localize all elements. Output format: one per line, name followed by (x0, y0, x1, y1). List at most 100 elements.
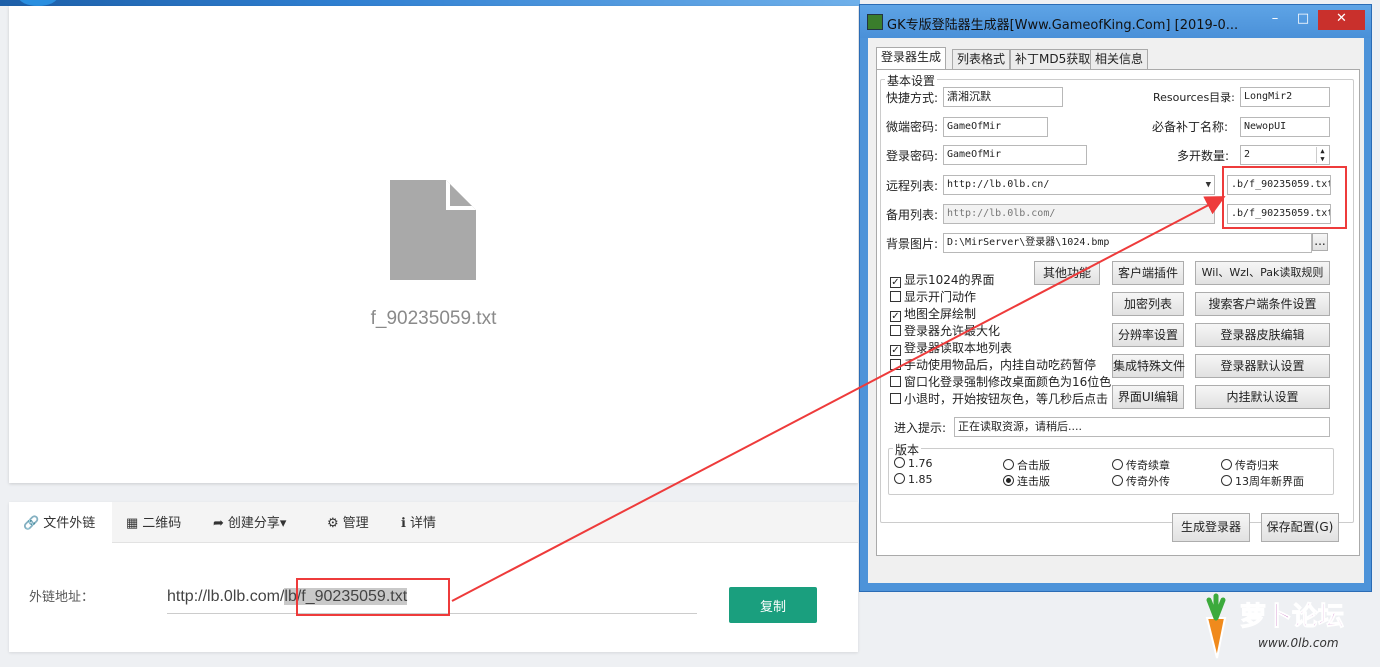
radio-version-185[interactable]: 1.85 (894, 473, 933, 486)
spinner-arrows-icon[interactable]: ▲ ▼ (1316, 147, 1328, 163)
default-settings-button[interactable]: 登录器默认设置 (1195, 354, 1330, 378)
share-icon: ➦ (213, 515, 224, 530)
checkbox-icon: ✓ (890, 277, 901, 288)
share-panel: 🔗 文件外链 ▦ 二维码 ➦ 创建分享▾ ⚙ 管理 ℹ 详情 外链地址： http://l… (9, 502, 858, 652)
checkbox-icon (890, 325, 901, 336)
gear-icon: ⚙ (327, 515, 339, 530)
radio-combo[interactable]: 合击版 (1003, 457, 1050, 473)
app-icon (867, 14, 883, 30)
tab-list-format[interactable]: 列表格式 (952, 49, 1011, 69)
plugin-default-button[interactable]: 内挂默认设置 (1195, 385, 1330, 409)
highlight-box-list (1222, 166, 1347, 229)
multi-open-label: 多开数量: (1177, 149, 1230, 163)
checkbox-icon: ✓ (890, 345, 901, 356)
checkbox-1024-ui[interactable]: ✓ 显示1024的界面 (890, 271, 995, 288)
checkbox-icon (890, 359, 901, 370)
encrypt-list-button[interactable]: 加密列表 (1112, 292, 1184, 316)
login-password-input[interactable]: GameOfMir (943, 145, 1087, 165)
tab-create-share[interactable]: ➦ 创建分享▾ (213, 502, 286, 543)
share-tabs: 🔗 文件外链 ▦ 二维码 ➦ 创建分享▾ ⚙ 管理 ℹ 详情 (9, 502, 858, 543)
backup-list-select[interactable]: http://lb.0lb.com/ (943, 204, 1215, 224)
resources-input[interactable]: LongMir2 (1240, 87, 1330, 107)
background-image-input[interactable]: D:\MirServer\登录器\1024.bmp (943, 233, 1312, 253)
tab-qrcode[interactable]: ▦ 二维码 (126, 502, 181, 543)
file-preview-panel: f_90235059.txt (9, 6, 858, 483)
read-rules-button[interactable]: Wil、Wzl、Pak读取规则 (1195, 261, 1330, 285)
generator-window: GK专版登陆器生成器[Www.GameofKing.Com] [2019-0..… (859, 4, 1372, 592)
radio-chain[interactable]: 连击版 (1003, 473, 1050, 489)
backup-list-label: 备用列表: (886, 208, 939, 222)
radio-icon (1221, 475, 1232, 486)
tab-manage[interactable]: ⚙ 管理 (327, 502, 369, 543)
micro-password-input[interactable]: GameOfMir (943, 117, 1048, 137)
radio-legend-return[interactable]: 传奇归来 (1221, 457, 1279, 473)
browse-button[interactable]: ... (1312, 233, 1328, 251)
checkbox-icon: ✓ (890, 311, 901, 322)
radio-legend-sequel[interactable]: 传奇续章 (1112, 457, 1170, 473)
radio-icon (1221, 459, 1232, 470)
maximize-button[interactable]: □ (1290, 10, 1316, 30)
remote-list-select[interactable]: http://lb.0lb.cn/▼ (943, 175, 1215, 195)
radio-legend-side[interactable]: 传奇外传 (1112, 473, 1170, 489)
window-titlebar[interactable]: GK专版登陆器生成器[Www.GameofKing.Com] [2019-0..… (860, 5, 1371, 38)
checkbox-16bit-color[interactable]: 窗口化登录强制修改桌面颜色为16位色 (890, 373, 1111, 390)
file-name: f_90235059.txt (370, 308, 497, 329)
checkbox-icon (890, 376, 901, 387)
checkbox-icon (890, 393, 901, 404)
chevron-down-icon: ▼ (1205, 180, 1211, 190)
radio-icon (1112, 475, 1123, 486)
tab-file-link[interactable]: 🔗 文件外链 (9, 502, 112, 543)
other-functions-button[interactable]: 其他功能 (1034, 261, 1100, 285)
tab-patch-md5[interactable]: 补丁MD5获取 (1010, 49, 1096, 69)
hint-label: 进入提示: (894, 421, 947, 435)
basic-settings-title: 基本设置 (885, 72, 938, 89)
tab-generator[interactable]: 登录器生成 (876, 47, 947, 70)
radio-icon (894, 457, 905, 468)
generator-page: 基本设置 快捷方式: 潇湘沉默 Resources目录: LongMir2 微端… (876, 69, 1360, 556)
radio-icon (894, 473, 905, 484)
copy-button[interactable]: 复制 (729, 587, 817, 623)
window-client: 登录器生成 列表格式 补丁MD5获取 相关信息 基本设置 快捷方式: 潇湘沉默 … (868, 38, 1364, 583)
checkbox-gray-start[interactable]: 小退时，开始按钮灰色，等几秒后点击 (890, 390, 1108, 407)
radio-13th-anniv[interactable]: 13周年新界面 (1221, 473, 1304, 489)
info-icon: ℹ (401, 515, 406, 530)
resolution-button[interactable]: 分辨率设置 (1112, 323, 1184, 347)
version-title: 版本 (893, 441, 922, 458)
patch-name-input[interactable]: NewopUI (1240, 117, 1330, 137)
multi-open-spinner[interactable]: 2 ▲ ▼ (1240, 145, 1330, 165)
generate-button[interactable]: 生成登录器 (1172, 513, 1250, 542)
checkbox-local-list[interactable]: ✓ 登录器读取本地列表 (890, 339, 1012, 356)
checkbox-allow-maximize[interactable]: 登录器允许最大化 (890, 322, 1000, 339)
ui-edit-button[interactable]: 界面UI编辑 (1112, 385, 1184, 409)
radio-version-176[interactable]: 1.76 (894, 457, 933, 470)
file-icon (390, 180, 476, 280)
save-config-button[interactable]: 保存配置(G) (1261, 513, 1339, 542)
link-address-label: 外链地址： (29, 590, 95, 605)
tab-related-info[interactable]: 相关信息 (1090, 49, 1149, 69)
background-image-label: 背景图片: (886, 237, 939, 251)
checkbox-map-fullscreen[interactable]: ✓ 地图全屏绘制 (890, 305, 976, 322)
checkbox-auto-pause[interactable]: 手动使用物品后，内挂自动吃药暂停 (890, 356, 1096, 373)
search-client-button[interactable]: 搜索客户端条件设置 (1195, 292, 1330, 316)
special-files-button[interactable]: 集成特殊文件 (1112, 354, 1185, 378)
checkbox-door-anim[interactable]: 显示开门动作 (890, 288, 976, 305)
minimize-button[interactable]: – (1262, 10, 1288, 30)
skin-edit-button[interactable]: 登录器皮肤编辑 (1195, 323, 1330, 347)
checkbox-icon (890, 291, 901, 302)
tab-details[interactable]: ℹ 详情 (401, 502, 436, 543)
close-button[interactable]: ✕ (1318, 10, 1365, 30)
shortcut-input[interactable]: 潇湘沉默 (943, 87, 1063, 107)
highlight-box-url (296, 578, 450, 616)
login-password-label: 登录密码: (886, 149, 939, 163)
client-plugin-button[interactable]: 客户端插件 (1112, 261, 1184, 285)
link-icon: 🔗 (23, 515, 40, 530)
watermark-text: 萝卜论坛 (1239, 602, 1345, 633)
qrcode-icon: ▦ (126, 515, 139, 530)
resources-label: Resources目录: (1153, 91, 1235, 104)
shortcut-label: 快捷方式: (886, 91, 939, 105)
watermark-url: www.0lb.com (1258, 636, 1339, 650)
hint-input[interactable]: 正在读取资源，请稍后.... (954, 417, 1330, 437)
micro-password-label: 微端密码: (886, 120, 939, 134)
radio-selected-icon (1003, 475, 1014, 486)
remote-list-label: 远程列表: (886, 179, 939, 193)
